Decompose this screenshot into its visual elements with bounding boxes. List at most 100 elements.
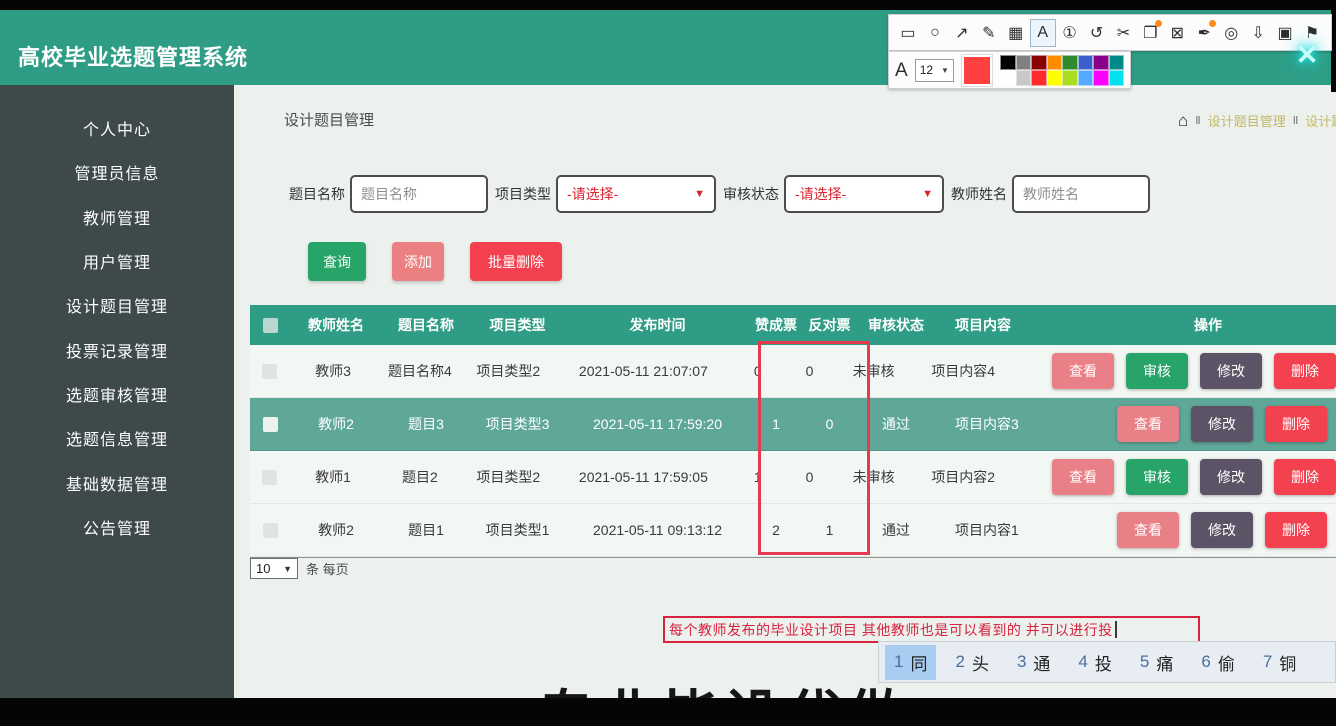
pencil-tool[interactable]: ✎ xyxy=(976,19,1002,47)
row-checkbox[interactable] xyxy=(262,522,278,538)
cell-up: 0 xyxy=(753,363,762,379)
copy-tool[interactable]: ❐ xyxy=(1137,19,1163,47)
ime-candidate-3[interactable]: 3通 xyxy=(1008,645,1059,680)
palette-color-9[interactable] xyxy=(1000,70,1016,86)
palette-color-4[interactable] xyxy=(1046,54,1062,70)
palette-color-2[interactable] xyxy=(1015,54,1031,70)
ime-candidate-7[interactable]: 7铜 xyxy=(1254,645,1305,680)
sidebar-item-6[interactable]: 投票记录管理 xyxy=(0,327,234,371)
sidebar-item-7[interactable]: 选题审核管理 xyxy=(0,372,234,416)
annotation-note-box[interactable]: 每个教师发布的毕业设计项目 其他教师也是可以看到的 并可以进行投 xyxy=(663,616,1200,643)
filter-select-2[interactable]: -请选择- ▼ xyxy=(556,175,716,213)
crop-close-tool-glyph: ⊠ xyxy=(1170,24,1185,42)
close-annotation-button[interactable]: ✕ xyxy=(1290,38,1324,72)
view-button[interactable]: 查看 xyxy=(1051,353,1114,389)
cell-down: 0 xyxy=(805,469,814,485)
cell-status: 未审核 xyxy=(852,469,895,485)
sidebar-item-9[interactable]: 基础数据管理 xyxy=(0,460,234,504)
filter-input-4[interactable] xyxy=(1012,175,1150,213)
palette-color-6[interactable] xyxy=(1077,54,1093,70)
cell-teacher: 教师1 xyxy=(315,469,351,485)
column-header-4: 发布时间 xyxy=(629,317,686,333)
palette-color-3[interactable] xyxy=(1031,54,1047,70)
record-tool[interactable]: ◎ xyxy=(1218,19,1244,47)
del-button[interactable]: 删除 xyxy=(1265,406,1327,442)
view-button[interactable]: 查看 xyxy=(1117,406,1179,442)
top-screen-edge xyxy=(0,0,1336,10)
undo-tool[interactable]: ↺ xyxy=(1084,19,1110,47)
ime-candidate-1[interactable]: 1同 xyxy=(885,644,937,680)
cut-tool[interactable]: ✂ xyxy=(1111,19,1137,47)
palette-color-1[interactable] xyxy=(1000,54,1016,70)
candidate-number: 1 xyxy=(894,652,904,671)
filter-row: 题目名称 项目类型 -请选择- ▼ 审核状态 -请选择- ▼ 教师姓名 xyxy=(282,175,1150,213)
pin-tool[interactable]: ✒ xyxy=(1191,19,1217,47)
candidate-number: 5 xyxy=(1139,652,1150,671)
view-button[interactable]: 查看 xyxy=(1117,512,1179,548)
sidebar-item-8[interactable]: 选题信息管理 xyxy=(0,416,234,460)
palette-color-12[interactable] xyxy=(1046,70,1062,86)
palette-color-16[interactable] xyxy=(1108,70,1124,86)
crop-close-tool[interactable]: ⊠ xyxy=(1164,19,1190,47)
page-size-select[interactable]: 10 ▼ xyxy=(250,558,298,579)
edit-button[interactable]: 修改 xyxy=(1199,353,1262,389)
search-button[interactable]: 查询 xyxy=(308,242,366,281)
arrow-tool[interactable]: ↗ xyxy=(949,19,975,47)
ellipse-tool[interactable]: ○ xyxy=(922,19,948,47)
palette-color-7[interactable] xyxy=(1093,54,1109,70)
sidebar-item-4[interactable]: 用户管理 xyxy=(0,239,234,283)
home-icon[interactable]: ⌂ xyxy=(1178,112,1188,129)
ime-candidate-6[interactable]: 6偷 xyxy=(1192,645,1243,680)
cell-type: 项目类型3 xyxy=(485,416,550,432)
ime-candidate-4[interactable]: 4投 xyxy=(1069,645,1120,680)
del-button[interactable]: 删除 xyxy=(1265,512,1327,548)
row-checkbox[interactable] xyxy=(261,469,277,485)
mosaic-tool[interactable]: ▦ xyxy=(1003,19,1029,47)
ime-candidate-2[interactable]: 2头 xyxy=(946,645,997,680)
edit-button[interactable]: 修改 xyxy=(1199,459,1262,495)
row-checkbox-cell xyxy=(250,363,289,379)
bottom-screen-edge xyxy=(0,698,1336,726)
palette-color-11[interactable] xyxy=(1031,70,1047,86)
row-checkbox[interactable] xyxy=(262,416,278,432)
add-button[interactable]: 添加 xyxy=(392,242,444,281)
download-tool[interactable]: ⇩ xyxy=(1245,19,1271,47)
filter-label-2: 项目类型 xyxy=(495,186,551,202)
breadcrumb-link-1[interactable]: 设计题目管理 xyxy=(1208,111,1286,130)
palette-color-5[interactable] xyxy=(1062,54,1078,70)
palette-color-14[interactable] xyxy=(1077,70,1093,86)
row-checkbox[interactable] xyxy=(261,363,277,379)
sidebar-item-2[interactable]: 管理员信息 xyxy=(0,150,234,194)
sidebar-item-10[interactable]: 公告管理 xyxy=(0,505,234,549)
batch-delete-button[interactable]: 批量删除 xyxy=(470,242,562,281)
notification-dot xyxy=(1209,19,1217,27)
select-all-checkbox[interactable] xyxy=(262,317,278,333)
edit-button[interactable]: 修改 xyxy=(1191,406,1253,442)
palette-color-15[interactable] xyxy=(1093,70,1109,86)
rectangle-tool[interactable]: ▭ xyxy=(895,19,921,47)
edit-button[interactable]: 修改 xyxy=(1191,512,1253,548)
filter-input-1[interactable] xyxy=(350,175,488,213)
ime-candidate-5[interactable]: 5痛 xyxy=(1131,645,1182,680)
del-button[interactable]: 删除 xyxy=(1273,459,1336,495)
text-tool-glyph: A xyxy=(1037,23,1048,41)
audit-button[interactable]: 审核 xyxy=(1125,459,1188,495)
palette-color-10[interactable] xyxy=(1015,70,1031,86)
filter-select-3[interactable]: -请选择- ▼ xyxy=(784,175,944,213)
palette-color-13[interactable] xyxy=(1062,70,1078,86)
sidebar-item-5[interactable]: 设计题目管理 xyxy=(0,283,234,327)
page-title: 设计题目管理 xyxy=(284,112,375,129)
breadcrumb-link-2[interactable]: 设计题目管理 xyxy=(1305,111,1336,130)
audit-button[interactable]: 审核 xyxy=(1125,353,1188,389)
font-size-select[interactable]: 12 ▼ xyxy=(914,58,954,82)
sidebar-item-3[interactable]: 教师管理 xyxy=(0,195,234,239)
sidebar-item-1[interactable]: 个人中心 xyxy=(0,106,234,150)
del-button[interactable]: 删除 xyxy=(1273,353,1336,389)
view-button[interactable]: 查看 xyxy=(1051,459,1114,495)
text-tool[interactable]: A xyxy=(1029,18,1056,47)
palette-color-8[interactable] xyxy=(1108,54,1124,70)
number-marker-tool[interactable]: ① xyxy=(1057,19,1083,47)
current-color-swatch[interactable] xyxy=(960,53,993,87)
column-header-1: 教师姓名 xyxy=(308,317,364,333)
filter-label-4: 教师姓名 xyxy=(951,186,1007,202)
